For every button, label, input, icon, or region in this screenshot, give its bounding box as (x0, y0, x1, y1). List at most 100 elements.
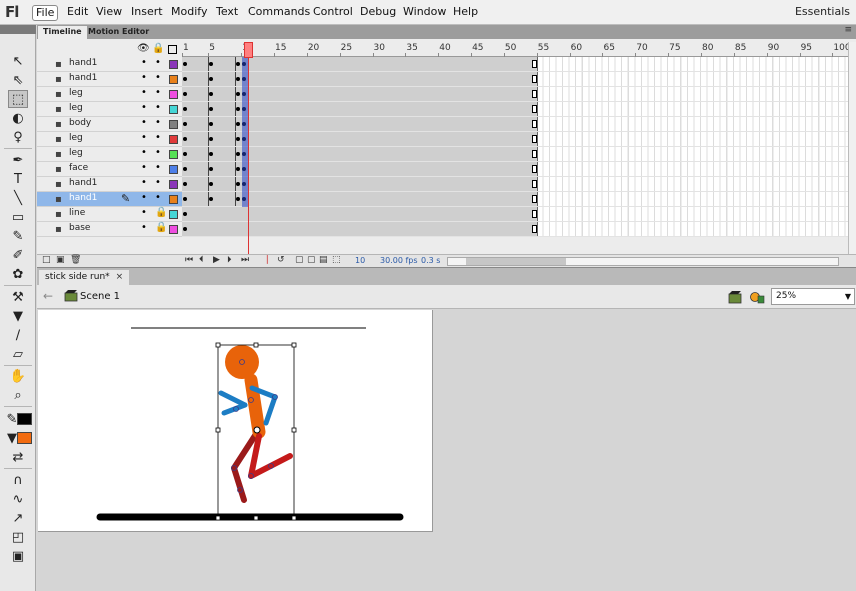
keyframe[interactable] (235, 197, 240, 201)
menu-help[interactable]: Help (450, 5, 481, 21)
straighten-icon[interactable]: ↗ (8, 509, 28, 527)
keyframe[interactable] (183, 182, 187, 186)
lock-toggle[interactable]: • (155, 117, 161, 128)
pasteboard[interactable] (37, 309, 856, 591)
handle-bottom[interactable] (253, 515, 259, 521)
visibility-toggle[interactable]: • (141, 102, 147, 113)
lock-toggle[interactable]: • (155, 102, 161, 113)
visibility-toggle[interactable]: • (141, 132, 147, 143)
layer-outline-color[interactable] (169, 120, 178, 129)
document-tab[interactable]: stick side run* × (39, 270, 130, 286)
layer-row[interactable]: ▪ leg • • (37, 147, 182, 162)
scene-label[interactable]: Scene 1 (80, 291, 120, 302)
end-frame[interactable] (532, 75, 537, 83)
center-frame-icon[interactable]: ∣ (265, 255, 270, 265)
layer-row[interactable]: ▪ hand1 ✎ • • (37, 192, 182, 207)
menu-edit[interactable]: Edit (64, 5, 91, 21)
layer-name[interactable]: hand1 (69, 58, 97, 68)
lock-toggle[interactable]: • (155, 192, 161, 203)
delete-layer-icon[interactable]: 🗑 (70, 255, 81, 265)
onion-skin-icon[interactable]: ▢ (295, 255, 304, 265)
keyframe[interactable] (235, 107, 240, 111)
lock-toggle[interactable]: 🔒 (155, 207, 167, 218)
layer-name[interactable]: hand1 (69, 73, 97, 83)
layer-row[interactable]: ▪ body • • (37, 117, 182, 132)
layer-outline-color[interactable] (169, 195, 178, 204)
keyframe[interactable] (183, 122, 187, 126)
back-forearm[interactable] (221, 402, 248, 416)
handle-top[interactable] (253, 342, 259, 348)
keyframe[interactable] (183, 62, 187, 66)
layer-outline-color[interactable] (169, 60, 178, 69)
current-frame[interactable]: 10 (355, 256, 365, 265)
layer-outline-color[interactable] (169, 165, 178, 174)
modify-onion-markers-icon[interactable]: ⬚ (332, 255, 341, 265)
onion-outlines-icon[interactable]: ▢ (307, 255, 316, 265)
frame-row[interactable] (182, 72, 848, 87)
edit-scene-icon[interactable] (727, 290, 743, 304)
transform-option-icon[interactable]: ◰ (8, 528, 28, 546)
layer-name[interactable]: leg (69, 88, 83, 98)
end-frame[interactable] (532, 105, 537, 113)
visibility-toggle[interactable]: • (141, 222, 147, 233)
back-arm[interactable] (218, 390, 248, 408)
handle-top-right[interactable] (291, 342, 297, 348)
keyframe[interactable] (183, 107, 187, 111)
menu-text[interactable]: Text (213, 5, 241, 21)
lock-toggle[interactable]: • (155, 177, 161, 188)
edit-multiple-frames-icon[interactable]: ▤ (319, 255, 328, 265)
layer-name[interactable]: body (69, 118, 91, 128)
step-back-icon[interactable]: ⏴ (199, 255, 204, 265)
keyframe[interactable] (235, 77, 240, 81)
menu-modify[interactable]: Modify (168, 5, 210, 21)
handle-top-left[interactable] (215, 342, 221, 348)
panel-menu-icon[interactable]: ≡ (844, 25, 852, 35)
layer-row[interactable]: ▪ face • • (37, 162, 182, 177)
layer-outline-color[interactable] (169, 150, 178, 159)
frame-row[interactable] (182, 132, 848, 147)
first-frame-icon[interactable]: ⏮ (185, 255, 193, 265)
frame-row[interactable] (182, 207, 848, 222)
frame-row[interactable] (182, 117, 848, 132)
menu-window[interactable]: Window (400, 5, 449, 21)
selection-tool-icon[interactable]: ↖ (8, 52, 28, 70)
loop-icon[interactable]: ↺ (277, 255, 285, 265)
stage-artwork[interactable] (38, 310, 433, 532)
visibility-toggle[interactable]: • (141, 87, 147, 98)
layer-outline-color[interactable] (169, 225, 178, 234)
layer-row[interactable]: ▪ hand1 • • (37, 57, 182, 72)
keyframe[interactable] (235, 152, 240, 156)
layer-row[interactable]: ▪ hand1 • • (37, 177, 182, 192)
handle-bottom-left[interactable] (215, 515, 221, 521)
frame-grid[interactable] (182, 57, 848, 237)
visibility-toggle[interactable]: • (141, 72, 147, 83)
layer-row[interactable]: ▪ base • 🔒 (37, 222, 182, 237)
layer-outline-color[interactable] (169, 90, 178, 99)
toolbar-grip[interactable] (0, 25, 36, 34)
scale-option-icon[interactable]: ▣ (8, 547, 28, 565)
last-frame-icon[interactable]: ⏭ (241, 255, 249, 265)
new-layer-icon[interactable]: □ (42, 255, 51, 265)
timeline-vertical-scrollbar[interactable] (848, 42, 856, 254)
layer-row[interactable]: ▪ leg • • (37, 87, 182, 102)
layer-outline-color[interactable] (169, 210, 178, 219)
frame-row[interactable] (182, 222, 848, 237)
timeline-horizontal-scrollbar[interactable] (447, 257, 839, 266)
frame-row[interactable] (182, 162, 848, 177)
menu-file[interactable]: File (32, 5, 59, 21)
front-forearm[interactable] (263, 394, 278, 426)
menu-view[interactable]: View (93, 5, 125, 21)
back-arrow-icon[interactable]: ← (43, 289, 53, 303)
end-frame[interactable] (532, 180, 537, 188)
smooth-icon[interactable]: ∿ (8, 490, 28, 508)
lock-toggle[interactable]: • (155, 147, 161, 158)
end-frame[interactable] (532, 90, 537, 98)
eyedropper-tool-icon[interactable]: ∕ (8, 326, 28, 344)
lock-toggle[interactable]: • (155, 87, 161, 98)
scrollbar-thumb[interactable] (466, 258, 566, 265)
keyframe[interactable] (235, 122, 240, 126)
layer-row[interactable]: ▪ line • 🔒 (37, 207, 182, 222)
handle-bottom-right[interactable] (291, 515, 297, 521)
pencil-tool-icon[interactable]: ✎ (8, 227, 28, 245)
lock-toggle[interactable]: • (155, 72, 161, 83)
